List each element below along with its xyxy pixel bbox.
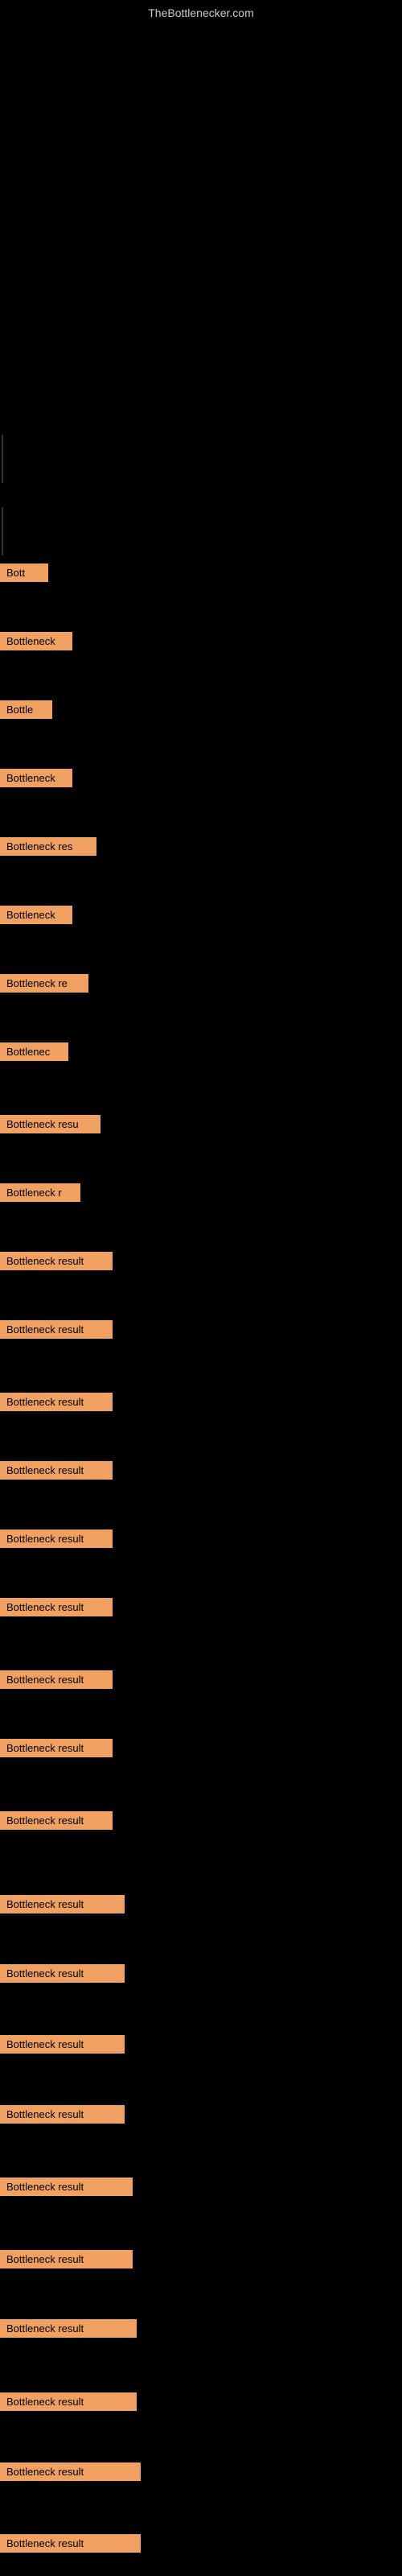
bottleneck-result-item[interactable]: Bottleneck <box>0 632 72 650</box>
bottleneck-result-item[interactable]: Bottleneck <box>0 906 72 924</box>
site-title: TheBottlenecker.com <box>0 0 402 23</box>
bottleneck-result-item[interactable]: Bottleneck resu <box>0 1115 100 1133</box>
bottleneck-result-item[interactable]: Bottleneck re <box>0 974 88 993</box>
bottleneck-result-item[interactable]: Bottleneck result <box>0 2035 125 2054</box>
bottleneck-result-item[interactable]: Bottleneck result <box>0 1461 113 1480</box>
bottleneck-result-item[interactable]: Bottleneck result <box>0 2392 137 2411</box>
bottleneck-result-item[interactable]: Bottleneck result <box>0 1530 113 1548</box>
bottleneck-result-item[interactable]: Bottlenec <box>0 1042 68 1061</box>
bottleneck-result-item[interactable]: Bottleneck result <box>0 2178 133 2196</box>
bottleneck-result-item[interactable]: Bottleneck result <box>0 2319 137 2338</box>
bottleneck-result-item[interactable]: Bottleneck result <box>0 1964 125 1983</box>
bottleneck-result-item[interactable]: Bottleneck r <box>0 1183 80 1202</box>
bottleneck-result-item[interactable]: Bottleneck result <box>0 2462 141 2481</box>
bottleneck-result-item[interactable]: Bottleneck result <box>0 2105 125 2124</box>
bottleneck-result-item[interactable]: Bottleneck result <box>0 1320 113 1339</box>
bottleneck-result-item[interactable]: Bottleneck result <box>0 1252 113 1270</box>
bottleneck-result-item[interactable]: Bottleneck result <box>0 1895 125 1913</box>
bottleneck-result-item[interactable]: Bottleneck result <box>0 2534 141 2553</box>
bottleneck-result-item[interactable]: Bott <box>0 564 48 582</box>
bottleneck-result-item[interactable]: Bottleneck result <box>0 1670 113 1689</box>
main-content: TheBottlenecker.com Bott Bottleneck Bottle… <box>0 0 402 2576</box>
bottleneck-result-item[interactable]: Bottleneck result <box>0 1598 113 1616</box>
bottleneck-result-item[interactable]: Bottleneck result <box>0 1393 113 1411</box>
bottleneck-result-item[interactable]: Bottleneck <box>0 769 72 787</box>
bottleneck-result-item[interactable]: Bottleneck res <box>0 837 96 856</box>
bottleneck-result-item[interactable]: Bottle <box>0 700 52 719</box>
vertical-line <box>2 435 3 483</box>
vertical-line <box>2 507 3 555</box>
bottleneck-result-item[interactable]: Bottleneck result <box>0 2250 133 2268</box>
bottleneck-result-item[interactable]: Bottleneck result <box>0 1811 113 1830</box>
bottleneck-result-item[interactable]: Bottleneck result <box>0 1739 113 1757</box>
